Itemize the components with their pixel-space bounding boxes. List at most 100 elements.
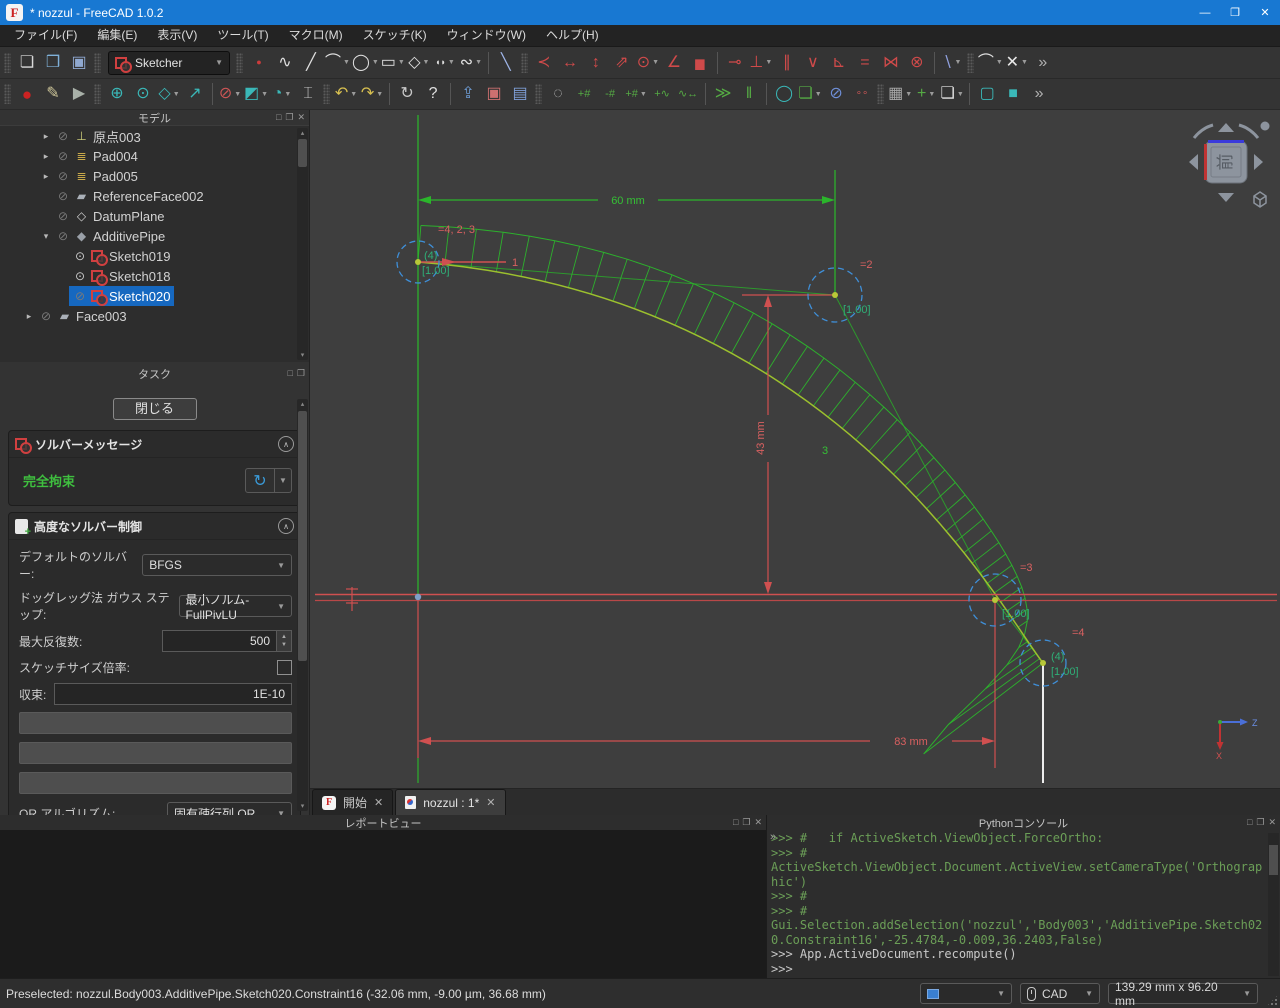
navigation-style-combo[interactable]: CAD ▼ (1020, 983, 1100, 1004)
menu-macro[interactable]: マクロ(M) (279, 25, 353, 46)
capture-view-icon[interactable]: ▤ (508, 81, 532, 107)
navigation-cube[interactable]: 前 (1180, 116, 1272, 210)
menu-sketch[interactable]: スケッチ(K) (353, 25, 437, 46)
toolbar-grip[interactable] (521, 53, 528, 73)
toolbar-grip[interactable] (4, 53, 11, 73)
max_iter-input[interactable]: 500 (162, 630, 277, 652)
bspline-increase-multiplicity-icon[interactable]: +#▼ (624, 81, 648, 107)
mdi-tab-開始[interactable]: F開始✕ (312, 789, 393, 815)
solver-refresh-dropdown[interactable]: ▼ (275, 468, 292, 493)
create-rectangle-icon[interactable]: ▭▼ (381, 50, 405, 76)
view-shaded-icon[interactable]: ■ (1001, 81, 1025, 107)
toolbar-grip[interactable] (94, 84, 101, 104)
view-isometric-icon[interactable]: ◇▼ (157, 81, 181, 107)
convergence-input[interactable]: 1E-10 (54, 683, 292, 705)
dimension-combo[interactable]: 139.29 mm x 96.20 mm ▼ (1108, 983, 1258, 1004)
bspline-increase-degree-icon[interactable]: +∿ (650, 81, 674, 107)
sketch_scale-checkbox[interactable] (277, 660, 292, 675)
redo-icon[interactable]: ↷▼ (360, 81, 384, 107)
navcube-rotate-cw-icon[interactable] (1239, 125, 1258, 138)
clipping-plane-icon[interactable]: ⊘▼ (218, 81, 242, 107)
selection-tools-icon[interactable]: ❏▼ (940, 81, 964, 107)
constrain-distance-icon[interactable]: ⇗ (610, 50, 634, 76)
whats-this-icon[interactable]: ? (421, 81, 445, 107)
model-float-icon[interactable]: ❐ (285, 111, 293, 123)
constrain-equal-icon[interactable]: = (853, 50, 877, 76)
edge-number-label[interactable]: 3 (822, 445, 828, 457)
construction-line-icon[interactable]: ╲ (494, 50, 518, 76)
tree-item-Pad004[interactable]: ▸⊘≣Pad004 (0, 146, 309, 166)
tree-expander-icon[interactable]: ▸ (23, 311, 35, 322)
dimension-60mm-label[interactable]: 60 mm (611, 195, 645, 207)
menu-view[interactable]: 表示(V) (147, 25, 207, 46)
navcube-down-arrow[interactable] (1218, 193, 1234, 202)
create-fillet-icon[interactable]: ⌒▼ (978, 50, 1003, 76)
toolbar-grip[interactable] (323, 84, 330, 104)
tree-expander-icon[interactable]: ▸ (40, 131, 52, 142)
zoom-tools-icon[interactable]: ◔▼ (270, 81, 294, 107)
toolbar-grip[interactable] (94, 53, 101, 73)
tab-close-icon[interactable]: ✕ (486, 796, 495, 809)
create-line-icon[interactable]: ╱ (299, 50, 323, 76)
navcube-dot[interactable] (1261, 122, 1270, 131)
constraint-label[interactable]: =3 (1020, 562, 1033, 574)
default_solver-select[interactable]: BFGS▼ (142, 554, 292, 576)
constraint-label[interactable]: =4, 2, 3 (438, 224, 475, 236)
view-wireframe-icon[interactable]: ▢ (975, 81, 999, 107)
create-ellipse-icon[interactable]: ◯ (772, 81, 796, 107)
bspline-curve[interactable] (418, 262, 1043, 663)
resize-grip[interactable] (1266, 994, 1279, 1007)
draw-style-icon[interactable]: ◩▼ (244, 81, 268, 107)
sketch-canvas[interactable]: 60 mm 43 mm (310, 110, 1279, 788)
collapse-chevron-icon[interactable]: ∧ (278, 518, 294, 534)
tree-item-ReferenceFace002[interactable]: ⊘▰ReferenceFace002 (0, 186, 309, 206)
toolbar-grip[interactable] (877, 84, 884, 104)
menu-window[interactable]: ウィンドウ(W) (437, 25, 536, 46)
constrain-coincident-icon[interactable]: ≺ (532, 50, 556, 76)
tree-item-Sketch018[interactable]: ⊙Sketch018 (0, 266, 309, 286)
tab-close-icon[interactable]: ✕ (374, 796, 383, 809)
mdi-tab-nozzul : 1*[interactable]: nozzul : 1*✕ (395, 789, 505, 815)
dimension-43mm-label[interactable]: 43 mm (755, 421, 767, 455)
task-scrollbar[interactable]: ▴ ▾ (297, 399, 308, 811)
solver-refresh-button[interactable]: ↻ (245, 468, 275, 493)
tree-item-Sketch019[interactable]: ⊙Sketch019 (0, 246, 309, 266)
navcube-right-arrow[interactable] (1254, 154, 1263, 170)
model-close-icon[interactable]: ✕ (297, 111, 305, 123)
close-button[interactable]: ✕ (1250, 0, 1280, 25)
task-float-icon[interactable]: ❐ (297, 367, 305, 379)
toggle-construction-geometry-icon[interactable]: ∖▼ (940, 50, 964, 76)
constrain-symmetric-icon[interactable]: ⋈ (879, 50, 903, 76)
constrain-tangent-icon[interactable]: ⊾ (827, 50, 851, 76)
navcube-rotate-ccw-icon[interactable] (1194, 125, 1213, 138)
macro-record-icon[interactable]: ● (15, 81, 39, 107)
trim-edge-icon[interactable]: ✕▼ (1005, 50, 1029, 76)
python-float-icon[interactable]: ❐ (1256, 816, 1264, 828)
copy-move-icon[interactable]: ∘∘ (850, 81, 874, 107)
macro-edit-icon[interactable]: ✎ (41, 81, 65, 107)
zoom-selection-icon[interactable]: ⊙ (131, 81, 155, 107)
menu-tools[interactable]: ツール(T) (207, 25, 278, 46)
menu-edit[interactable]: 編集(E) (87, 25, 147, 46)
tree-scrollbar[interactable]: ▴ ▾ (297, 128, 308, 360)
python-scrollbar[interactable] (1268, 833, 1279, 976)
bspline-remove-knot-icon[interactable]: -# (598, 81, 622, 107)
dogleg-select[interactable]: 最小ノルム-FullPivLU▼ (179, 595, 292, 617)
constraint-label[interactable]: =4 (1072, 627, 1085, 639)
navcube-up-arrow[interactable] (1218, 123, 1234, 132)
extend-edge-icon[interactable]: ‖ (737, 81, 761, 107)
create-arc-icon[interactable]: ⌒▼ (325, 50, 350, 76)
constrain-perpendicular-icon[interactable]: ∨ (801, 50, 825, 76)
unit-system-combo[interactable]: ▼ (920, 983, 1012, 1004)
new-file-icon[interactable]: ❏ (15, 50, 39, 76)
toggle-grid-icon[interactable]: ▦▼ (888, 81, 912, 107)
collapse-chevron-icon[interactable]: ∧ (278, 436, 294, 452)
zoom-fit-all-icon[interactable]: ⊕ (105, 81, 129, 107)
report-close-icon[interactable]: ✕ (754, 816, 762, 828)
maximize-button[interactable]: ❐ (1220, 0, 1250, 25)
dimension-83mm-label[interactable]: 83 mm (894, 736, 928, 748)
capture-image-icon[interactable]: ▣ (482, 81, 506, 107)
python-console-content[interactable]: >>> # if ActiveSketch.ViewObject.ForceOr… (767, 830, 1280, 978)
task-restore-icon[interactable]: □ (287, 367, 292, 379)
measure-icon[interactable]: ⌶ (296, 81, 320, 107)
